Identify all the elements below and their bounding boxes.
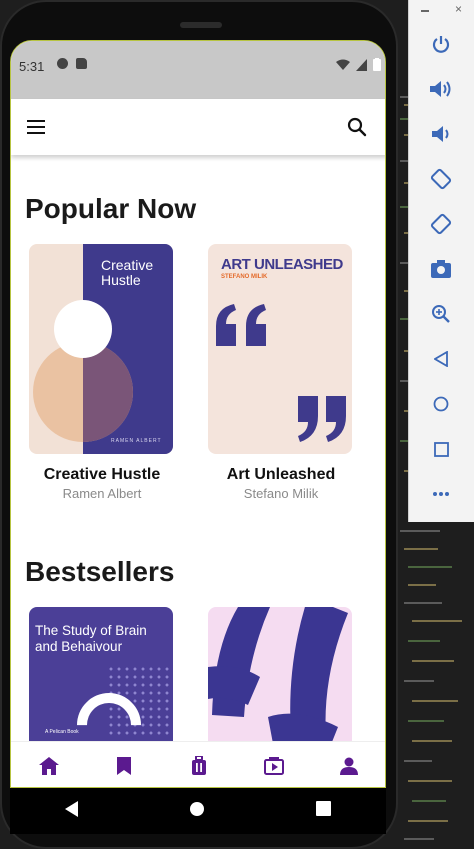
emulator-toolbar: × bbox=[408, 0, 474, 522]
signal-icon bbox=[356, 58, 367, 71]
book-cover-art-unleashed[interactable]: ART UNLEASHED STEFANO MILIK bbox=[208, 244, 352, 454]
video-library-icon[interactable] bbox=[254, 746, 294, 786]
book-cover-creative-hustle[interactable]: Creative Hustle RAMEN ALBERT bbox=[29, 244, 173, 454]
overview-icon[interactable] bbox=[426, 434, 456, 464]
book-card-brain-behaivour[interactable]: The Study of Brain and Behaivour A Pelic… bbox=[29, 607, 175, 741]
rotate-left-icon[interactable] bbox=[426, 164, 456, 194]
home-circle-icon[interactable] bbox=[426, 389, 456, 419]
desktop: 5:31 Popular Now Creative Hustle RAMEN A… bbox=[0, 0, 474, 849]
scroll-content[interactable]: Popular Now Creative Hustle RAMEN ALBERT… bbox=[11, 155, 385, 741]
camera-icon[interactable] bbox=[426, 254, 456, 284]
battery-icon bbox=[373, 58, 381, 71]
zoom-icon[interactable] bbox=[426, 299, 456, 329]
power-icon[interactable] bbox=[426, 29, 456, 59]
cover-author: RAMEN ALBERT bbox=[111, 438, 162, 444]
system-navigation-bar bbox=[10, 788, 386, 834]
book-author: Stefano Milik bbox=[243, 486, 319, 501]
close-quote-icon bbox=[298, 396, 346, 442]
luggage-icon[interactable] bbox=[179, 746, 219, 786]
book-cover-brain-behaivour[interactable]: The Study of Brain and Behaivour A Pelic… bbox=[29, 607, 173, 741]
book-card-bestseller-2[interactable] bbox=[208, 607, 354, 741]
minimize-icon[interactable] bbox=[421, 10, 429, 12]
book-author: Ramen Albert bbox=[62, 486, 142, 501]
app-screen: 5:31 Popular Now Creative Hustle RAMEN A… bbox=[10, 40, 386, 788]
app-bar bbox=[11, 99, 385, 155]
system-overview-icon[interactable] bbox=[315, 801, 331, 821]
system-back-icon[interactable] bbox=[65, 800, 79, 822]
phone-speaker bbox=[180, 22, 222, 28]
volume-up-icon[interactable] bbox=[426, 74, 456, 104]
rotate-right-icon[interactable] bbox=[426, 209, 456, 239]
bottom-navigation bbox=[11, 741, 385, 787]
bookmark-icon[interactable] bbox=[104, 746, 144, 786]
sd-card-icon bbox=[76, 58, 87, 69]
section-title-bestsellers: Bestsellers bbox=[25, 556, 175, 587]
cover-subtitle: A Pelican Book bbox=[45, 729, 79, 735]
home-icon[interactable] bbox=[29, 746, 69, 786]
section-title-popular: Popular Now bbox=[25, 193, 197, 224]
book-cover-bestseller-2[interactable] bbox=[208, 607, 352, 741]
open-quote-icon bbox=[216, 304, 266, 346]
system-home-icon[interactable] bbox=[189, 801, 205, 822]
person-icon[interactable] bbox=[329, 746, 369, 786]
status-bar: 5:31 bbox=[11, 41, 385, 99]
book-title: Creative Hustle bbox=[43, 466, 161, 483]
close-icon[interactable]: × bbox=[455, 2, 462, 16]
book-card-art-unleashed[interactable]: ART UNLEASHED STEFANO MILIK Art Unleashe… bbox=[208, 244, 354, 501]
back-icon[interactable] bbox=[426, 344, 456, 374]
book-title: Art Unleashed bbox=[226, 466, 336, 483]
status-time: 5:31 bbox=[19, 59, 45, 74]
wifi-icon bbox=[336, 59, 350, 70]
volume-down-icon[interactable] bbox=[426, 119, 456, 149]
cover-art-percent bbox=[208, 607, 348, 741]
cover-title: Creative Hustle bbox=[101, 257, 154, 288]
menu-icon[interactable] bbox=[25, 117, 49, 137]
search-icon[interactable] bbox=[345, 115, 369, 139]
more-icon[interactable] bbox=[426, 479, 456, 509]
book-card-creative-hustle[interactable]: Creative Hustle RAMEN ALBERT Creative Hu… bbox=[29, 244, 175, 501]
cover-title: ART UNLEASHED bbox=[221, 256, 343, 273]
sync-icon bbox=[57, 58, 68, 69]
cover-author: STEFANO MILIK bbox=[221, 274, 268, 280]
cover-title: The Study of Brain and Behaivour bbox=[35, 623, 147, 654]
